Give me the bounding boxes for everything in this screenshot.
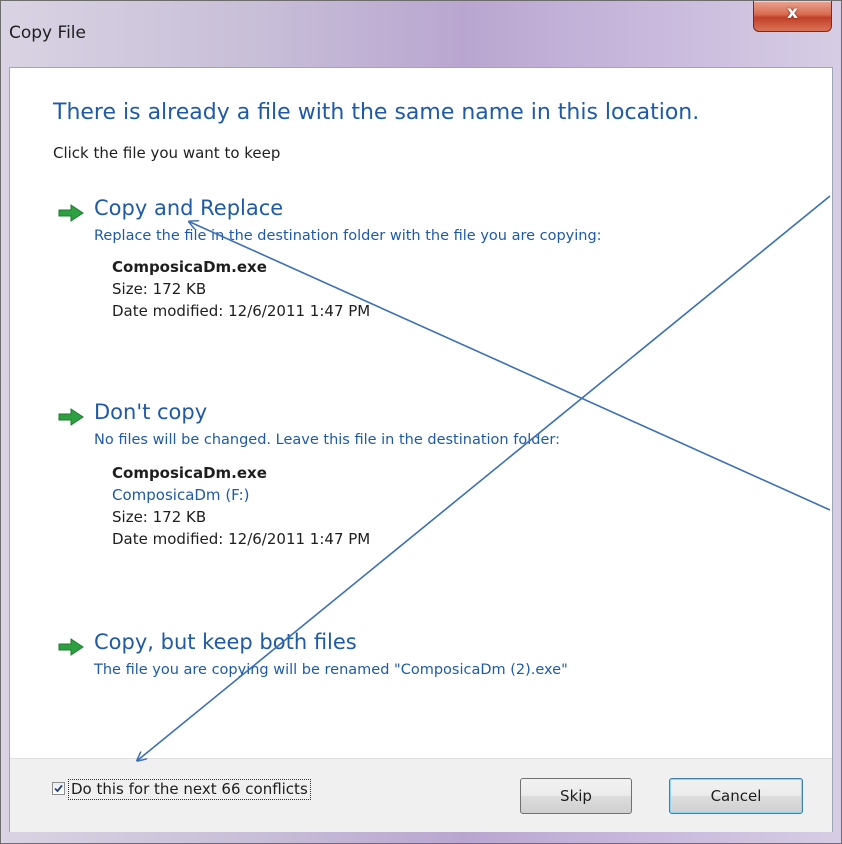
file-size: Size: 172 KB: [112, 280, 207, 298]
file-details: ComposicaDm.exe ComposicaDm (F:) Size: 1…: [112, 462, 370, 550]
cancel-button[interactable]: Cancel: [669, 778, 803, 814]
file-date-modified: Date modified: 12/6/2011 1:47 PM: [112, 302, 371, 320]
checkmark-icon: [54, 784, 63, 793]
dialog-heading: There is already a file with the same na…: [53, 100, 700, 125]
apply-to-all-checkbox[interactable]: [52, 782, 65, 795]
green-arrow-icon: [58, 638, 84, 656]
file-date-modified: Date modified: 12/6/2011 1:47 PM: [112, 530, 371, 548]
option-title: Copy, but keep both files: [94, 630, 357, 654]
file-location: ComposicaDm (F:): [112, 486, 250, 504]
option-copy-and-replace[interactable]: Copy and Replace Replace the file in the…: [58, 196, 778, 346]
file-name: ComposicaDm.exe: [112, 464, 267, 482]
dialog-content: There is already a file with the same na…: [9, 67, 833, 832]
skip-button[interactable]: Skip: [520, 778, 632, 814]
dialog-subheading: Click the file you want to keep: [53, 144, 281, 162]
option-title: Don't copy: [94, 400, 208, 424]
copy-file-dialog: Copy File x There is already a file with…: [0, 0, 842, 844]
close-button[interactable]: x: [753, 1, 832, 32]
dialog-footer: Do this for the next 66 conflicts Skip C…: [10, 758, 832, 832]
option-description: The file you are copying will be renamed…: [94, 662, 568, 678]
file-name: ComposicaDm.exe: [112, 258, 267, 276]
option-dont-copy[interactable]: Don't copy No files will be changed. Lea…: [58, 400, 778, 580]
green-arrow-icon: [58, 204, 84, 222]
file-size: Size: 172 KB: [112, 508, 207, 526]
option-title: Copy and Replace: [94, 196, 284, 220]
apply-to-all-label[interactable]: Do this for the next 66 conflicts: [68, 779, 311, 800]
close-icon: x: [787, 3, 798, 23]
green-arrow-icon: [58, 408, 84, 426]
window-title: Copy File: [9, 23, 86, 43]
file-details: ComposicaDm.exe Size: 172 KB Date modifi…: [112, 256, 370, 322]
option-keep-both[interactable]: Copy, but keep both files The file you a…: [58, 630, 778, 700]
title-bar[interactable]: Copy File x: [1, 1, 841, 67]
option-description: Replace the file in the destination fold…: [94, 228, 602, 244]
option-description: No files will be changed. Leave this fil…: [94, 432, 560, 448]
